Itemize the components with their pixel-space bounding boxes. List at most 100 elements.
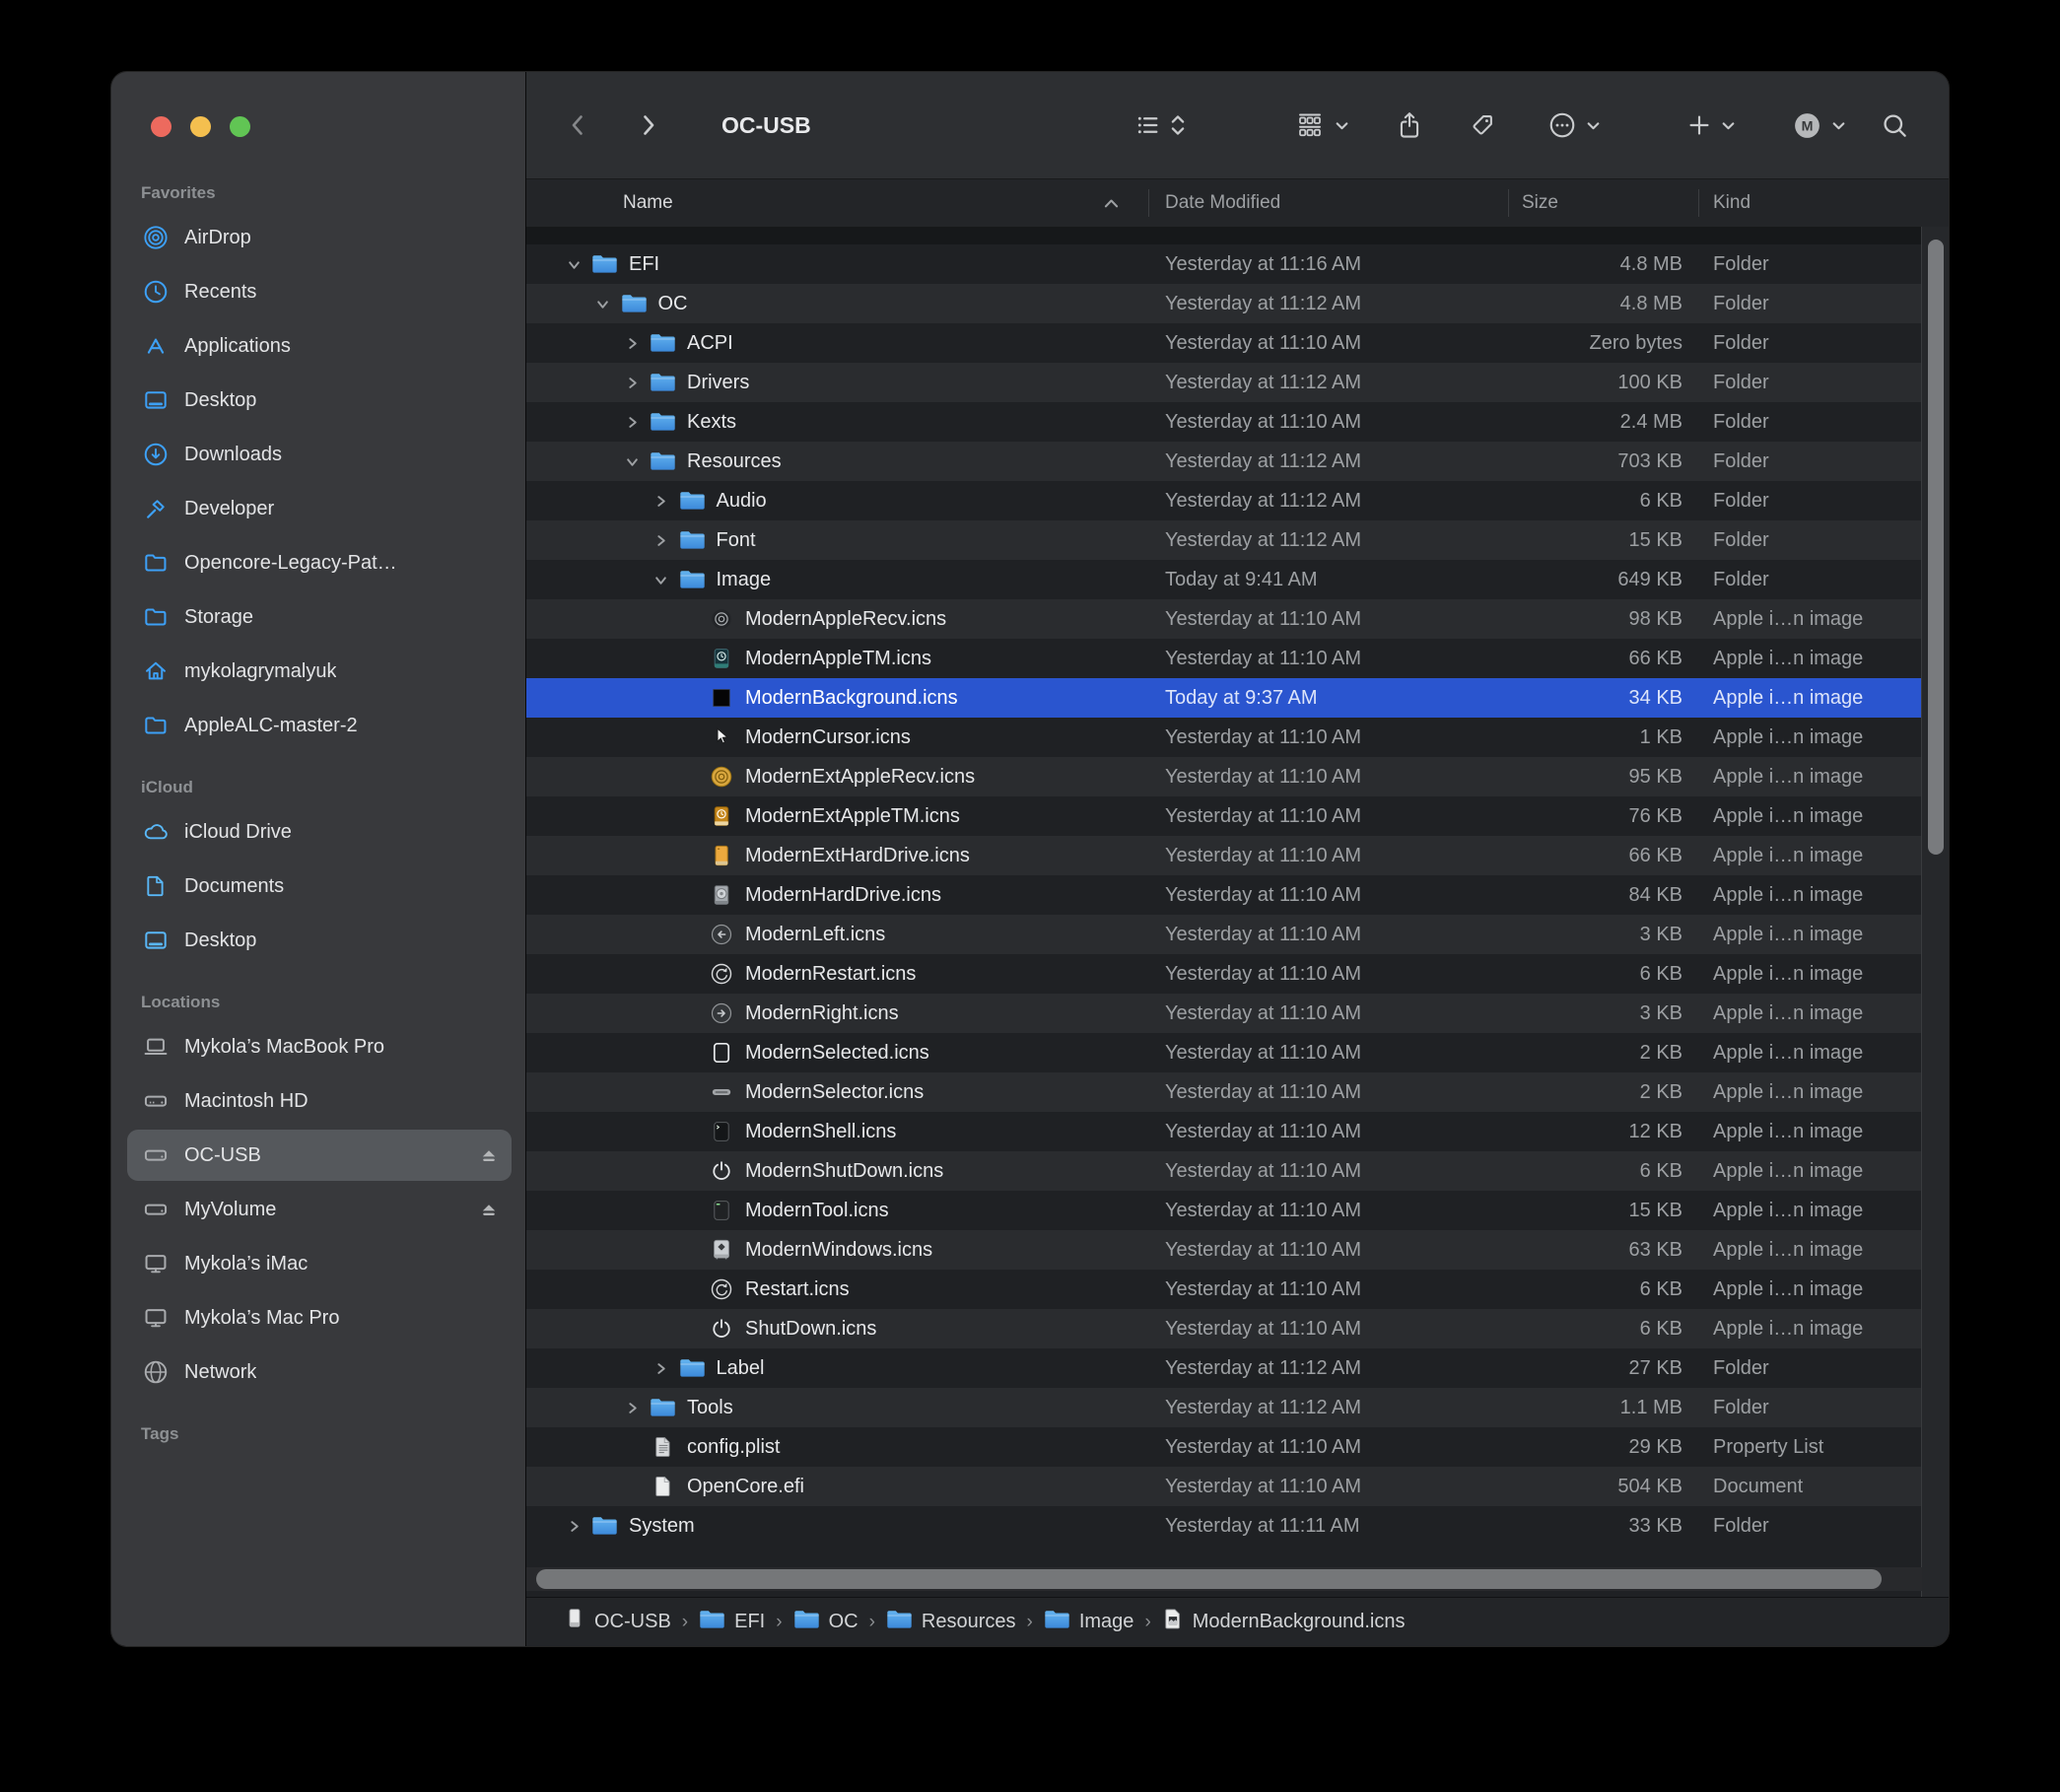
- share-button[interactable]: [1396, 110, 1423, 140]
- sidebar-item-icloud-drive[interactable]: iCloud Drive: [127, 806, 512, 858]
- sidebar-item-opencore-legacy-pat-[interactable]: Opencore-Legacy-Pat…: [127, 537, 512, 588]
- table-row[interactable]: OpenCore.efiYesterday at 11:10 AM504 KBD…: [526, 1467, 1949, 1506]
- path-item-oc-usb[interactable]: OC-USB: [564, 1607, 671, 1637]
- table-row[interactable]: ACPIYesterday at 11:10 AMZero bytesFolde…: [526, 323, 1949, 363]
- column-header-kind[interactable]: Kind: [1713, 179, 1751, 227]
- sidebar-item-applealc-master-2[interactable]: AppleALC-master-2: [127, 700, 512, 751]
- vertical-scrollbar-track[interactable]: [1921, 227, 1949, 1598]
- path-item-oc[interactable]: OC: [793, 1609, 858, 1636]
- view-sort-control[interactable]: [1170, 111, 1186, 139]
- sidebar-item-macintosh-hd[interactable]: Macintosh HD: [127, 1075, 512, 1127]
- sidebar-item-applications[interactable]: Applications: [127, 320, 512, 372]
- table-row[interactable]: ModernBackground.icnsToday at 9:37 AM34 …: [526, 678, 1949, 718]
- folder-outline-icon: [141, 713, 171, 738]
- sidebar-item-network[interactable]: Network: [127, 1346, 512, 1398]
- sidebar-item-mykola-s-macbook-pro[interactable]: Mykola’s MacBook Pro: [127, 1021, 512, 1072]
- sidebar-item-downloads[interactable]: Downloads: [127, 429, 512, 480]
- table-row[interactable]: ModernSelected.icnsYesterday at 11:10 AM…: [526, 1033, 1949, 1072]
- search-button[interactable]: [1881, 111, 1909, 140]
- disclosure-closed-icon[interactable]: [620, 337, 644, 350]
- account-button[interactable]: M: [1792, 110, 1822, 141]
- table-row[interactable]: config.plistYesterday at 11:10 AM29 KBPr…: [526, 1427, 1949, 1467]
- eject-button[interactable]: [478, 1145, 500, 1165]
- path-item-image[interactable]: Image: [1044, 1609, 1134, 1636]
- table-row[interactable]: OCYesterday at 11:12 AM4.8 MBFolder: [526, 284, 1949, 323]
- sidebar-item-mykola-s-mac-pro[interactable]: Mykola’s Mac Pro: [127, 1292, 512, 1344]
- table-row[interactable]: ModernExtAppleRecv.icnsYesterday at 11:1…: [526, 757, 1949, 796]
- eject-button[interactable]: [478, 1200, 500, 1219]
- table-row[interactable]: ModernExtAppleTM.icnsYesterday at 11:10 …: [526, 796, 1949, 836]
- path-item-efi[interactable]: EFI: [699, 1609, 765, 1636]
- file-kind: Apple i…n image: [1698, 1042, 1949, 1065]
- table-row[interactable]: ResourcesYesterday at 11:12 AM703 KBFold…: [526, 442, 1949, 481]
- path-item-modernbackground-icns[interactable]: ModernBackground.icns: [1162, 1607, 1406, 1637]
- table-row[interactable]: ModernShutDown.icnsYesterday at 11:10 AM…: [526, 1151, 1949, 1191]
- sidebar-item-label: Documents: [184, 875, 284, 898]
- close-button[interactable]: [151, 116, 172, 137]
- table-row[interactable]: ModernShell.icnsYesterday at 11:10 AM12 …: [526, 1112, 1949, 1151]
- disclosure-open-icon[interactable]: [650, 574, 673, 586]
- sidebar-item-documents[interactable]: Documents: [127, 861, 512, 912]
- disclosure-closed-icon[interactable]: [650, 495, 673, 508]
- sidebar-item-mykola-s-imac[interactable]: Mykola’s iMac: [127, 1238, 512, 1289]
- table-row[interactable]: ModernHardDrive.icnsYesterday at 11:10 A…: [526, 875, 1949, 915]
- table-row[interactable]: ModernRestart.icnsYesterday at 11:10 AM6…: [526, 954, 1949, 994]
- table-row[interactable]: FontYesterday at 11:12 AM15 KBFolder: [526, 520, 1949, 560]
- more-actions-button[interactable]: [1547, 110, 1577, 140]
- table-row[interactable]: ModernTool.icnsYesterday at 11:10 AM15 K…: [526, 1191, 1949, 1230]
- table-row[interactable]: ShutDown.icnsYesterday at 11:10 AM6 KBAp…: [526, 1309, 1949, 1348]
- forward-button[interactable]: [636, 110, 660, 140]
- sidebar-item-oc-usb[interactable]: OC-USB: [127, 1130, 512, 1181]
- column-header-size[interactable]: Size: [1522, 179, 1558, 227]
- sidebar-item-desktop[interactable]: Desktop: [127, 915, 512, 966]
- sidebar-item-myvolume[interactable]: MyVolume: [127, 1184, 512, 1235]
- table-row[interactable]: KextsYesterday at 11:10 AM2.4 MBFolder: [526, 402, 1949, 442]
- table-row[interactable]: EFIYesterday at 11:16 AM4.8 MBFolder: [526, 244, 1949, 284]
- disclosure-closed-icon[interactable]: [562, 1520, 585, 1533]
- sidebar-item-mykolagrymalyuk[interactable]: mykolagrymalyuk: [127, 646, 512, 697]
- horizontal-scrollbar-thumb[interactable]: [536, 1569, 1882, 1589]
- column-header-date-modified[interactable]: Date Modified: [1165, 179, 1280, 227]
- column-header-name[interactable]: Name: [623, 179, 673, 227]
- add-button[interactable]: [1686, 112, 1712, 138]
- table-row[interactable]: ModernExtHardDrive.icnsYesterday at 11:1…: [526, 836, 1949, 875]
- table-row[interactable]: ModernWindows.icnsYesterday at 11:10 AM6…: [526, 1230, 1949, 1270]
- disclosure-closed-icon[interactable]: [620, 1402, 644, 1414]
- vertical-scrollbar-thumb[interactable]: [1928, 240, 1944, 855]
- sidebar-item-recents[interactable]: Recents: [127, 266, 512, 317]
- back-button[interactable]: [566, 110, 590, 140]
- disclosure-closed-icon[interactable]: [650, 1362, 673, 1375]
- minimize-button[interactable]: [190, 116, 211, 137]
- table-row[interactable]: ModernSelector.icnsYesterday at 11:10 AM…: [526, 1072, 1949, 1112]
- sidebar-item-desktop[interactable]: Desktop: [127, 375, 512, 426]
- file-name: ModernLeft.icns: [745, 924, 885, 946]
- disclosure-open-icon[interactable]: [562, 258, 585, 271]
- sidebar-item-airdrop[interactable]: AirDrop: [127, 212, 512, 263]
- sidebar-item-storage[interactable]: Storage: [127, 591, 512, 643]
- table-row[interactable]: ModernAppleRecv.icnsYesterday at 11:10 A…: [526, 599, 1949, 639]
- tags-button[interactable]: [1469, 111, 1496, 139]
- file-name: Audio: [717, 490, 767, 513]
- disclosure-closed-icon[interactable]: [620, 416, 644, 429]
- zoom-button[interactable]: [230, 116, 250, 137]
- disclosure-closed-icon[interactable]: [650, 534, 673, 547]
- disclosure-closed-icon[interactable]: [620, 377, 644, 389]
- table-row[interactable]: Restart.icnsYesterday at 11:10 AM6 KBApp…: [526, 1270, 1949, 1309]
- table-row[interactable]: ModernAppleTM.icnsYesterday at 11:10 AM6…: [526, 639, 1949, 678]
- sidebar-item-developer[interactable]: Developer: [127, 483, 512, 534]
- table-row[interactable]: LabelYesterday at 11:12 AM27 KBFolder: [526, 1348, 1949, 1388]
- table-row[interactable]: ToolsYesterday at 11:12 AM1.1 MBFolder: [526, 1388, 1949, 1427]
- disclosure-open-icon[interactable]: [620, 455, 644, 468]
- list-view-button[interactable]: [1133, 111, 1162, 139]
- table-row[interactable]: AudioYesterday at 11:12 AM6 KBFolder: [526, 481, 1949, 520]
- path-item-resources[interactable]: Resources: [886, 1609, 1016, 1636]
- table-row[interactable]: SystemYesterday at 11:11 AM33 KBFolder: [526, 1506, 1949, 1546]
- horizontal-scrollbar-track[interactable]: [526, 1567, 1922, 1591]
- table-row[interactable]: ImageToday at 9:41 AM649 KBFolder: [526, 560, 1949, 599]
- table-row[interactable]: ModernLeft.icnsYesterday at 11:10 AM3 KB…: [526, 915, 1949, 954]
- table-row[interactable]: DriversYesterday at 11:12 AM100 KBFolder: [526, 363, 1949, 402]
- table-row[interactable]: ModernCursor.icnsYesterday at 11:10 AM1 …: [526, 718, 1949, 757]
- disclosure-open-icon[interactable]: [591, 298, 615, 310]
- group-button[interactable]: [1294, 110, 1326, 140]
- table-row[interactable]: ModernRight.icnsYesterday at 11:10 AM3 K…: [526, 994, 1949, 1033]
